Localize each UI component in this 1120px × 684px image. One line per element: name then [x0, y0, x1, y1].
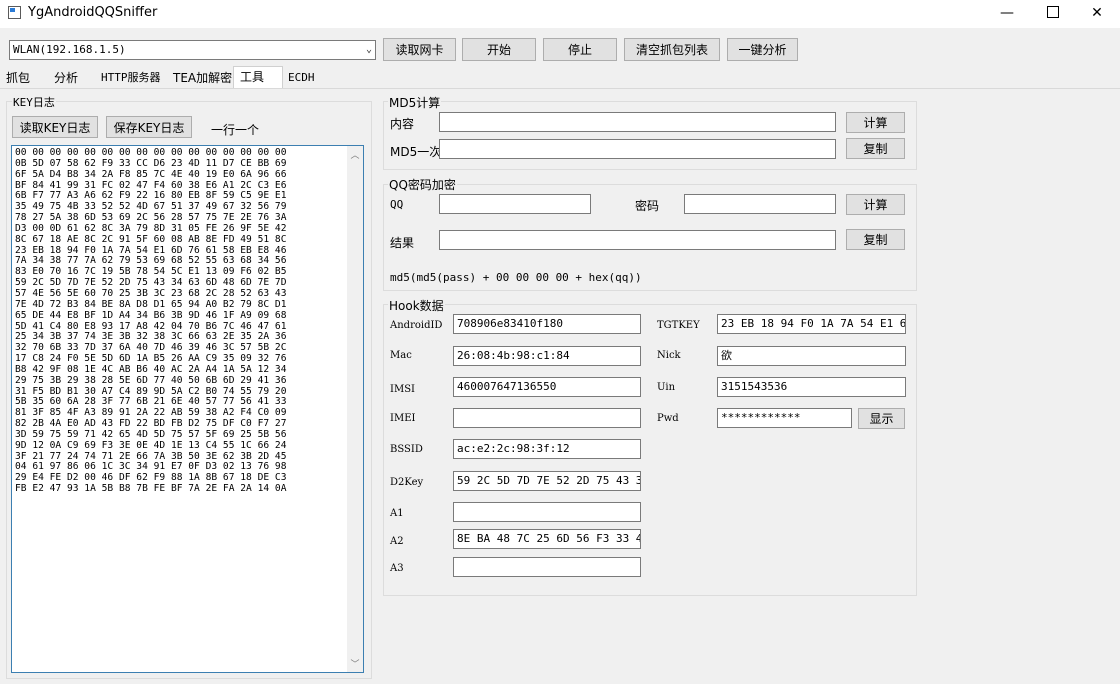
clear-list-button[interactable]: 清空抓包列表 [624, 38, 720, 61]
nick-label: Nick [657, 350, 681, 361]
tab-tools[interactable]: 工具 [233, 66, 283, 89]
md5-content-label: 内容 [390, 117, 415, 131]
result-label: 结果 [390, 236, 415, 250]
md5-once-label: MD5一次 [390, 145, 442, 159]
android-id-field[interactable]: 708906e83410f180 [453, 314, 641, 334]
key-log-line: FB E2 47 93 1A 5B B8 7B FE BF 7A 2E FA 2… [15, 483, 287, 495]
app-icon [8, 6, 21, 19]
mac-field[interactable]: 26:08:4b:98:c1:84 [453, 346, 641, 366]
hook-title: Hook数据 [388, 297, 445, 314]
uin-label: Uin [657, 382, 676, 393]
scroll-down-icon[interactable]: ﹀ [347, 657, 363, 670]
imei-field[interactable] [453, 408, 641, 428]
imsi-label: IMSI [390, 384, 415, 395]
key-log-hint: 一行一个 [211, 123, 260, 137]
key-log-line: 65 DE 44 E8 BF 1D A4 34 B6 3B 9D 46 1F A… [15, 309, 287, 321]
read-nic-button[interactable]: 读取网卡 [383, 38, 456, 61]
pwd-hook-field[interactable]: ************ [717, 408, 852, 428]
qq-pwd-title: QQ密码加密 [388, 176, 457, 193]
bssid-field[interactable]: ac:e2:2c:98:3f:12 [453, 439, 641, 459]
stop-button[interactable]: 停止 [543, 38, 617, 61]
a3-field[interactable] [453, 557, 641, 577]
title-bar [0, 0, 1120, 28]
nick-field[interactable]: 欲 [717, 346, 906, 366]
key-log-line: 6F 5A D4 B8 34 2A F8 85 7C 4E 40 19 E0 6… [15, 168, 287, 180]
adapter-select[interactable]: WLAN(192.168.1.5) ⌄ [9, 40, 376, 60]
imei-label: IMEI [390, 413, 416, 424]
key-log-line: 9D 12 0A C9 69 F3 3E 0E 4D 1E 13 C4 55 1… [15, 439, 287, 451]
close-button[interactable]: ✕ [1074, 0, 1120, 28]
start-button[interactable]: 开始 [462, 38, 536, 61]
scroll-up-icon[interactable]: ︿ [347, 148, 363, 161]
tgtkey-label: TGTKEY [657, 320, 700, 331]
tab-divider [0, 88, 1120, 89]
qq-pwd-formula: md5(md5(pass) + 00 00 00 00 + hex(qq)) [390, 271, 642, 284]
md5-title: MD5计算 [388, 94, 442, 111]
a2-label: A2 [390, 536, 404, 547]
maximize-button[interactable] [1030, 0, 1076, 28]
d2key-field[interactable]: 59 2C 5D 7D 7E 52 2D 75 43 34 6 [453, 471, 641, 491]
android-id-label: AndroidID [390, 320, 443, 331]
tab-capture[interactable]: 抓包 [3, 68, 33, 88]
tab-analyze[interactable]: 分析 [51, 68, 81, 88]
a1-field[interactable] [453, 502, 641, 522]
bssid-label: BSSID [390, 444, 423, 455]
show-password-button[interactable]: 显示 [858, 408, 905, 429]
maximize-icon [1047, 5, 1059, 18]
tab-tea[interactable]: TEA加解密 [170, 68, 235, 88]
mac-label: Mac [390, 350, 412, 361]
key-log-scrollbar[interactable]: ︿ ﹀ [347, 146, 363, 672]
adapter-value: WLAN(192.168.1.5) [13, 43, 126, 56]
pwd-hook-label: Pwd [657, 413, 679, 424]
qq-calc-button[interactable]: 计算 [846, 194, 905, 215]
read-key-log-button[interactable]: 读取KEY日志 [12, 116, 98, 138]
key-log-textarea[interactable]: 00 00 00 00 00 00 00 00 00 00 00 00 00 0… [11, 145, 364, 673]
key-log-title: KEY日志 [12, 94, 56, 110]
imsi-field[interactable]: 460007647136550 [453, 377, 641, 397]
pwd-input[interactable] [684, 194, 836, 214]
d2key-label: D2Key [390, 477, 424, 488]
qq-copy-button[interactable]: 复制 [846, 229, 905, 250]
uin-field[interactable]: 3151543536 [717, 377, 906, 397]
analyze-button[interactable]: 一键分析 [727, 38, 798, 61]
chevron-down-icon: ⌄ [365, 44, 372, 55]
a2-field[interactable]: 8E BA 48 7C 25 6D 56 F3 33 42 I [453, 529, 641, 549]
pwd-label: 密码 [635, 199, 660, 213]
a1-label: A1 [390, 508, 404, 519]
minimize-button[interactable]: — [984, 0, 1030, 28]
tab-ecdh[interactable]: ECDH [285, 68, 318, 88]
tgtkey-field[interactable]: 23 EB 18 94 F0 1A 7A 54 E1 6D 7 [717, 314, 906, 334]
qq-input[interactable] [439, 194, 591, 214]
key-log-line: 29 75 3B 29 38 28 5E 6D 77 40 50 6B 6D 2… [15, 374, 287, 386]
key-log-line: 8C 67 18 AE 8C 2C 91 5F 60 08 AB 8E FD 4… [15, 233, 287, 245]
save-key-log-button[interactable]: 保存KEY日志 [106, 116, 192, 138]
window-title: YgAndroidQQSniffer [28, 5, 158, 20]
qq-label: QQ [390, 198, 404, 211]
md5-copy-button[interactable]: 复制 [846, 138, 905, 159]
md5-calc-button[interactable]: 计算 [846, 112, 905, 133]
result-input[interactable] [439, 230, 836, 250]
a3-label: A3 [390, 563, 404, 574]
tab-http-server[interactable]: HTTP服务器 [98, 68, 164, 88]
md5-content-input[interactable] [439, 112, 836, 132]
md5-once-input[interactable] [439, 139, 836, 159]
